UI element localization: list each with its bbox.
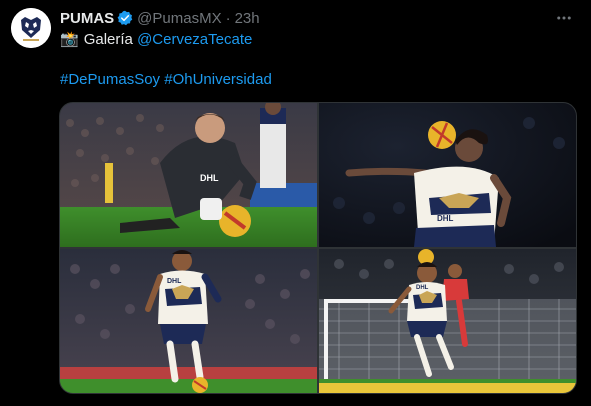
hashtag-link[interactable]: #DePumasSoy: [60, 71, 160, 88]
more-options-button[interactable]: [554, 8, 574, 28]
author-avatar[interactable]: [11, 8, 51, 48]
more-options-icon: [557, 16, 571, 20]
sponsor-logo: DHL: [167, 278, 182, 285]
post-header: PUMAS @PumasMX · 23h: [60, 9, 260, 27]
hashtag-link[interactable]: #OhUniversidad: [164, 71, 272, 88]
separator-dot: ·: [225, 9, 231, 27]
hashtags: #DePumasSoy #OhUniversidad: [60, 71, 272, 88]
photo-goalkeeper[interactable]: DHL: [60, 103, 317, 247]
mention-link[interactable]: @CervezaTecate: [137, 31, 252, 48]
photo-player-heading[interactable]: DHL: [319, 103, 576, 247]
post-text: 📸 Galería @CervezaTecate: [60, 30, 252, 49]
post-timestamp[interactable]: 23h: [235, 10, 260, 27]
media-gallery: DHL DHL DHL DHL: [59, 102, 577, 394]
author-handle[interactable]: @PumasMX: [137, 10, 221, 27]
sponsor-logo: DHL: [437, 214, 454, 223]
photo-player-dribbling[interactable]: DHL: [60, 249, 317, 393]
photo-player-goal[interactable]: DHL: [319, 249, 576, 393]
camera-emoji-icon: 📸: [60, 31, 79, 48]
pumas-logo-icon: [11, 8, 51, 48]
sponsor-logo: DHL: [200, 173, 219, 183]
sponsor-logo: DHL: [416, 285, 429, 291]
author-name[interactable]: PUMAS: [60, 10, 114, 27]
verified-badge-icon[interactable]: [117, 10, 133, 26]
post-text-prefix: Galería: [83, 30, 133, 48]
